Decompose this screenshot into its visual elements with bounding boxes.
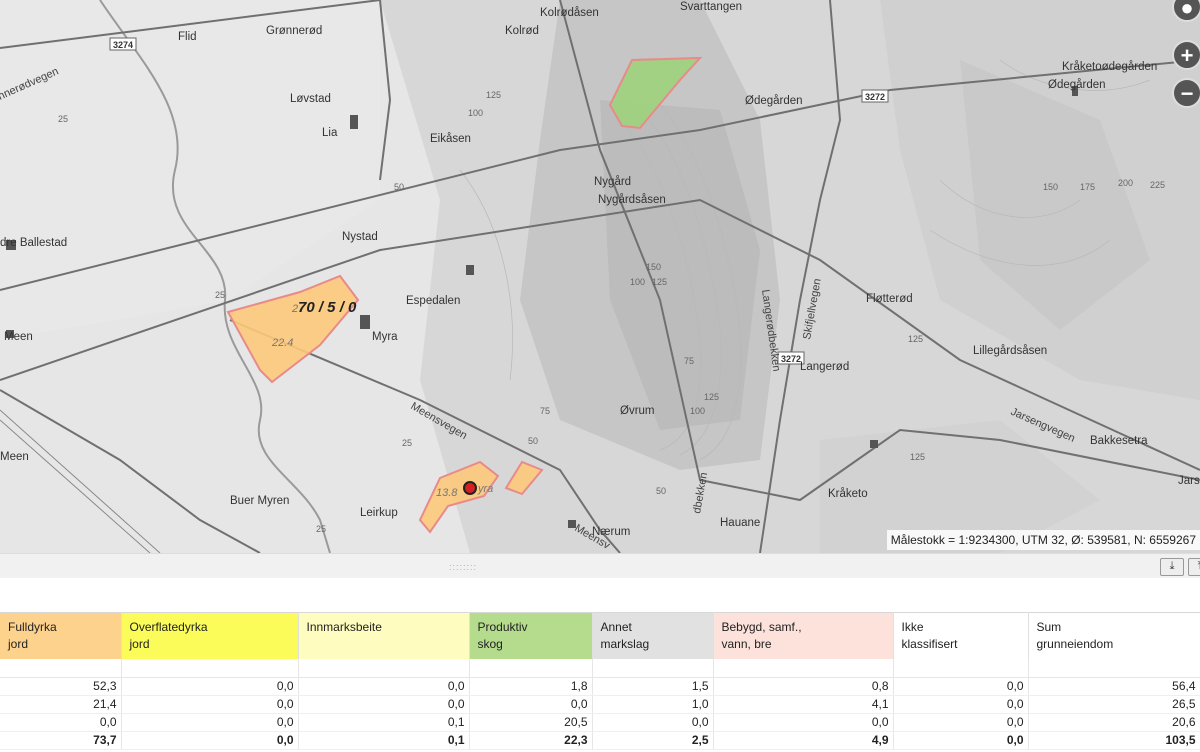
column-header-sum[interactable]: Sum grunneiendom xyxy=(1028,612,1200,659)
contour-label: 175 xyxy=(1080,182,1095,192)
place-label: Kolrødåsen xyxy=(540,7,599,19)
resize-grip-icon[interactable]: :::::::: xyxy=(449,562,477,572)
contour-label: 125 xyxy=(910,452,925,462)
place-label: Nystad xyxy=(342,231,378,243)
parcel-area-label: yra xyxy=(477,483,493,495)
place-label: dre Ballestad xyxy=(0,237,67,249)
contour-label: 50 xyxy=(394,182,404,192)
place-label: Flid xyxy=(178,31,197,43)
contour-label: 125 xyxy=(486,90,501,100)
contour-label: 225 xyxy=(1150,180,1165,190)
contour-label: 100 xyxy=(630,277,645,287)
contour-label: 125 xyxy=(908,334,923,344)
column-header-innmarksbeite[interactable]: Innmarksbeite xyxy=(298,612,470,659)
table-row[interactable]: 52,3 0,0 0,0 1,8 1,5 0,8 0,0 56,4 xyxy=(0,677,1200,696)
parcel-area-label: 2 xyxy=(291,303,298,315)
place-label: Leirkup xyxy=(360,507,398,519)
contour-label: 150 xyxy=(646,262,661,272)
road-shield-3274: 3274 xyxy=(109,37,137,51)
scale-readout: Målestokk = 1:9234300, UTM 32, Ø: 539581… xyxy=(886,530,1200,550)
parcel-area-label: 13.8 xyxy=(436,487,458,499)
location-marker-icon[interactable] xyxy=(463,481,477,495)
contour-label: 125 xyxy=(652,277,667,287)
place-label: Nygård xyxy=(594,176,631,188)
place-label: Ødegården xyxy=(1048,79,1106,91)
place-label: Nygårdsåsen xyxy=(598,194,666,206)
contour-label: 75 xyxy=(540,406,550,416)
place-label: Fløtterød xyxy=(866,293,913,305)
column-header-annet-markslag[interactable]: Annet markslag xyxy=(592,612,714,659)
place-label: Kråketo xyxy=(828,488,868,500)
place-label: Meen xyxy=(4,331,33,343)
road-number: 3272 xyxy=(865,92,885,102)
contour-label: 200 xyxy=(1118,178,1133,188)
place-label: Buer Myren xyxy=(230,495,289,507)
contour-label: 75 xyxy=(684,356,694,366)
zoom-out-button[interactable]: − xyxy=(1172,78,1200,108)
panel-splitter[interactable]: :::::::: ⤓ ⤒ xyxy=(0,553,1200,578)
place-label: Lia xyxy=(322,127,338,139)
contour-label: 100 xyxy=(468,108,483,118)
contour-label: 25 xyxy=(402,438,412,448)
dock-down-button[interactable]: ⤓ xyxy=(1160,558,1184,576)
column-header-fulldyrka[interactable]: Fulldyrka jord xyxy=(0,612,122,659)
contour-label: 25 xyxy=(215,290,225,300)
contour-label: 25 xyxy=(316,524,326,534)
place-label: Øvrum xyxy=(620,405,655,417)
contour-label: 50 xyxy=(528,436,538,446)
road-number: 3274 xyxy=(113,40,133,50)
table-row[interactable]: 21,4 0,0 0,0 0,0 1,0 4,1 0,0 26,5 xyxy=(0,695,1200,714)
contour-label: 25 xyxy=(58,114,68,124)
place-label: Hauane xyxy=(720,517,760,529)
contour-label: 50 xyxy=(656,486,666,496)
road-shield-3272: 3272 xyxy=(861,89,889,103)
table-row[interactable]: 0,0 0,0 0,1 20,5 0,0 0,0 0,0 20,6 xyxy=(0,713,1200,732)
table-total-row[interactable]: 73,7 0,0 0,1 22,3 2,5 4,9 0,0 103,5 xyxy=(0,731,1200,750)
place-label: Myra xyxy=(372,331,398,343)
contour-label: 125 xyxy=(704,392,719,402)
place-label: Svarttangen xyxy=(680,1,742,13)
place-label: Langerød xyxy=(800,361,849,373)
place-label: Meen xyxy=(0,451,29,463)
land-use-table: Fulldyrka jord Overflatedyrka jord Innmark… xyxy=(0,612,1200,750)
place-label: Lillegårdsåsen xyxy=(973,345,1047,357)
road-number: 3272 xyxy=(781,354,801,364)
map-view[interactable]: 3274 3272 3272 Flid Grønnerød Løvstad Li… xyxy=(0,0,1200,553)
place-label: Kolrød xyxy=(505,25,539,37)
dock-up-button[interactable]: ⤒ xyxy=(1188,558,1200,576)
place-label: Bakkesetra xyxy=(1090,435,1148,447)
column-header-overflatedyrka[interactable]: Overflatedyrka jord xyxy=(121,612,299,659)
column-header-ikke-klassifisert[interactable]: Ikke klassifisert xyxy=(893,612,1029,659)
place-label: Ødegården xyxy=(745,95,803,107)
zoom-in-button[interactable]: + xyxy=(1172,40,1200,70)
place-label: Løvstad xyxy=(290,93,331,105)
place-label: Kråketoødegården xyxy=(1062,61,1157,73)
contour-label: 150 xyxy=(1043,182,1058,192)
table-header-row: Fulldyrka jord Overflatedyrka jord Innmark… xyxy=(0,612,1200,659)
parcel-area-label: 22.4 xyxy=(271,337,293,349)
column-header-bebygd[interactable]: Bebygd, samf., vann, bre xyxy=(713,612,894,659)
map-canvas[interactable]: 3274 3272 3272 Flid Grønnerød Løvstad Li… xyxy=(0,0,1200,553)
place-label: Espedalen xyxy=(406,295,460,307)
place-label: Jars xyxy=(1178,475,1200,487)
place-label: Eikåsen xyxy=(430,133,471,145)
column-header-produktiv-skog[interactable]: Produktiv skog xyxy=(469,612,593,659)
contour-label: 100 xyxy=(690,406,705,416)
parcel-summary-label: 70 / 5 / 0 xyxy=(298,299,357,316)
place-label: Grønnerød xyxy=(266,25,322,37)
table-spacer-row xyxy=(0,659,1200,678)
